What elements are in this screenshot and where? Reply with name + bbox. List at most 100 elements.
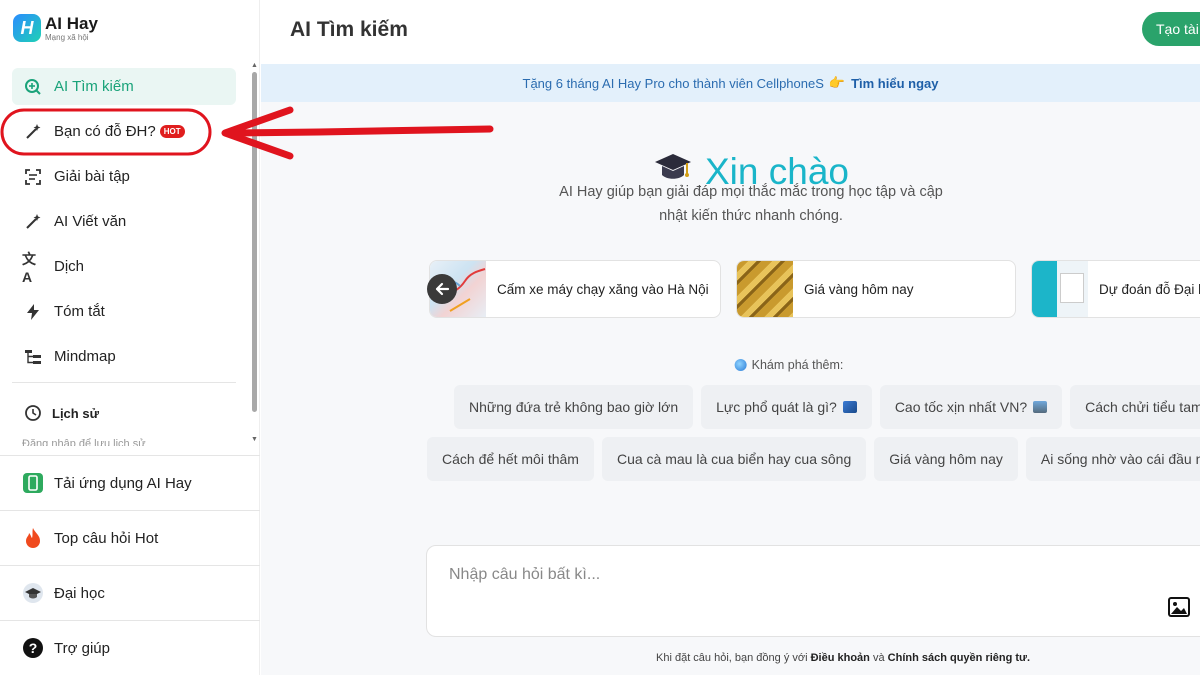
top-header: AI Tìm kiếm Tạo tài (261, 0, 1200, 64)
globe-icon (734, 359, 747, 371)
university-link[interactable]: Đại học (0, 565, 260, 620)
highway-emoji-icon (1033, 401, 1048, 413)
pointing-hand-icon: 👉 (828, 75, 846, 90)
sidebar-item-translate[interactable]: 文A Dịch (12, 248, 236, 285)
page-title: AI Tìm kiếm (290, 18, 408, 41)
trending-cards: Cấm xe máy chạy xăng vào Hà Nội Giá vàng… (429, 260, 1200, 318)
translate-icon: 文A (22, 250, 36, 285)
search-plus-icon (22, 76, 44, 98)
suggestion-chip[interactable]: Lực phổ quát là gì? (701, 385, 872, 429)
trending-card[interactable]: Dự đoán đỗ Đại h (1031, 260, 1200, 318)
card-label: Cấm xe máy chạy xăng vào Hà Nội (497, 281, 709, 297)
sidebar-item-homework[interactable]: Giải bài tập (12, 158, 236, 195)
sidebar-item-label: AI Tìm kiếm (54, 78, 134, 95)
suggestion-chip[interactable]: Cách để hết môi thâm (427, 437, 594, 481)
logo-mark: H (13, 14, 41, 42)
download-app-link[interactable]: Tải ứng dụng AI Hay (0, 455, 260, 510)
history-icon (22, 402, 44, 424)
sidebar-item-label: Dịch (54, 258, 85, 275)
carousel-prev-button[interactable] (427, 274, 457, 304)
main-content: Xin chào AI Hay giúp bạn giải đáp mọi th… (261, 102, 1200, 675)
sidebar-item-label: Bạn có đỗ ĐH? (54, 123, 156, 140)
sidebar-bottom-list: Tải ứng dụng AI Hay Top câu hỏi Hot Đại … (0, 455, 260, 675)
chip-label: Cua cà mau là cua biển hay cua sông (616, 451, 852, 467)
terms-suffix: . (1027, 652, 1031, 664)
suggestion-chip[interactable]: Cách chửi tiểu tam (1070, 385, 1200, 429)
phone-icon (22, 472, 44, 494)
terms-and: và (872, 652, 885, 664)
history-label: Lịch sử (52, 405, 99, 421)
sidebar-item-label: AI Viết văn (54, 213, 127, 230)
gold-bars-thumbnail (737, 261, 793, 317)
explore-label: Khám phá thêm: (751, 358, 844, 372)
terms-notice: Khi đặt câu hỏi, bạn đồng ý với Điều kho… (656, 652, 1030, 664)
terms-prefix: Khi đặt câu hỏi, bạn đồng ý với (656, 652, 808, 664)
suggestion-chip[interactable]: Ai sống nhờ vào cái đầu ngu (1025, 437, 1200, 481)
sidebar: H AI Hay Mạng xã hội ▲ ▼ AI Tìm kiếm Bạn… (0, 0, 260, 675)
magic-wand-icon (22, 211, 44, 233)
sidebar-item-ai-writing[interactable]: AI Viết văn (12, 203, 236, 240)
hot-badge: HOT (159, 125, 185, 138)
explore-more: Khám phá thêm: (734, 358, 844, 372)
magic-wand-icon (22, 121, 44, 143)
bottom-item-label: Tải ứng dụng AI Hay (54, 474, 192, 492)
image-upload-icon[interactable] (1167, 596, 1191, 618)
history-section[interactable]: Lịch sử (22, 402, 99, 424)
svg-text:?: ? (29, 640, 38, 656)
promo-learn-more-link[interactable]: Tìm hiểu ngay (851, 76, 938, 91)
logo-subtitle: Mạng xã hội (45, 32, 89, 42)
sidebar-divider (12, 382, 236, 383)
promo-text: Tặng 6 tháng AI Hay Pro cho thành viên C… (522, 75, 824, 91)
help-link[interactable]: ? Trợ giúp (0, 620, 260, 675)
arrow-left-icon (435, 282, 450, 296)
graduation-cap-icon (22, 582, 44, 604)
history-empty-text: Đăng nhập để lưu lịch sử (22, 438, 146, 446)
fire-icon (22, 527, 44, 549)
chip-label: Ai sống nhờ vào cái đầu ngu (1040, 451, 1200, 467)
scroll-up-arrow[interactable]: ▲ (251, 62, 258, 69)
sidebar-item-ai-search[interactable]: AI Tìm kiếm (12, 68, 236, 105)
create-account-button[interactable]: Tạo tài (1142, 12, 1200, 46)
logo-title: AI Hay (45, 13, 98, 33)
sidebar-item-mindmap[interactable]: Mindmap (12, 338, 236, 375)
suggestion-chip[interactable]: Cao tốc xịn nhất VN? (879, 385, 1063, 429)
mindmap-icon (22, 346, 44, 368)
top-hot-questions-link[interactable]: Top câu hỏi Hot (0, 510, 260, 565)
chip-label: Những đứa trẻ không bao giờ lớn (469, 399, 679, 415)
suggestion-chips-row-2: Cách để hết môi thâm Cua cà mau là cua b… (427, 437, 1200, 481)
card-label: Dự đoán đỗ Đại h (1099, 281, 1200, 297)
sidebar-item-label: Giải bài tập (54, 168, 130, 185)
suggestion-chips-row-1: Những đứa trẻ không bao giờ lớn Lực phổ … (454, 385, 1200, 429)
trending-card[interactable]: Cấm xe máy chạy xăng vào Hà Nội (429, 260, 721, 318)
chip-label: Giá vàng hôm nay (889, 451, 1003, 467)
bottom-item-label: Đại học (54, 584, 105, 602)
sidebar-scrollbar[interactable] (252, 72, 257, 412)
scan-text-icon (22, 166, 44, 188)
sidebar-item-university-prediction[interactable]: Bạn có đỗ ĐH? HOT (12, 113, 236, 150)
chip-label: Cao tốc xịn nhất VN? (894, 399, 1028, 415)
bottom-item-label: Trợ giúp (54, 639, 110, 657)
sidebar-nav: AI Tìm kiếm Bạn có đỗ ĐH? HOT Giải bài t… (12, 68, 236, 383)
bottom-item-label: Top câu hỏi Hot (54, 529, 159, 547)
lightning-icon (22, 301, 44, 323)
sidebar-item-label: Tóm tắt (54, 303, 105, 320)
sidebar-item-summary[interactable]: Tóm tắt (12, 293, 236, 330)
chip-label: Cách chửi tiểu tam (1085, 399, 1200, 415)
terms-link[interactable]: Điều khoản (811, 652, 870, 664)
scroll-down-arrow[interactable]: ▼ (251, 436, 258, 443)
suggestion-chip[interactable]: Cua cà mau là cua biển hay cua sông (601, 437, 867, 481)
trending-card[interactable]: Giá vàng hôm nay (736, 260, 1016, 318)
chip-label: Cách để hết môi thâm (442, 451, 579, 467)
card-label: Giá vàng hôm nay (804, 281, 914, 297)
chip-label: Lực phổ quát là gì? (716, 399, 837, 415)
help-icon: ? (22, 637, 44, 659)
suggestion-chip[interactable]: Những đứa trẻ không bao giờ lớn (454, 385, 694, 429)
question-input-box (426, 545, 1200, 637)
privacy-link[interactable]: Chính sách quyền riêng tư (888, 652, 1027, 664)
logo[interactable]: H AI Hay Mạng xã hội (13, 14, 98, 42)
suggestion-chip[interactable]: Giá vàng hôm nay (874, 437, 1018, 481)
promo-banner: Tặng 6 tháng AI Hay Pro cho thành viên C… (261, 64, 1200, 102)
hero-description: AI Hay giúp bạn giải đáp mọi thắc mắc tr… (559, 184, 943, 224)
rocket-emoji-icon (842, 401, 857, 413)
question-input[interactable] (449, 566, 1049, 584)
